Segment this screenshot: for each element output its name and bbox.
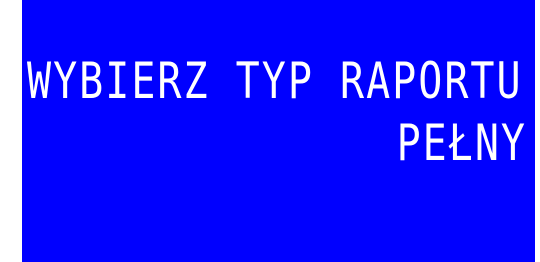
lcd-display: WYBIERZ TYP RAPORTU PEŁNY <box>22 0 535 262</box>
report-type-option[interactable]: PEŁNY <box>397 110 527 178</box>
report-type-prompt: WYBIERZ TYP RAPORTU <box>27 53 523 111</box>
